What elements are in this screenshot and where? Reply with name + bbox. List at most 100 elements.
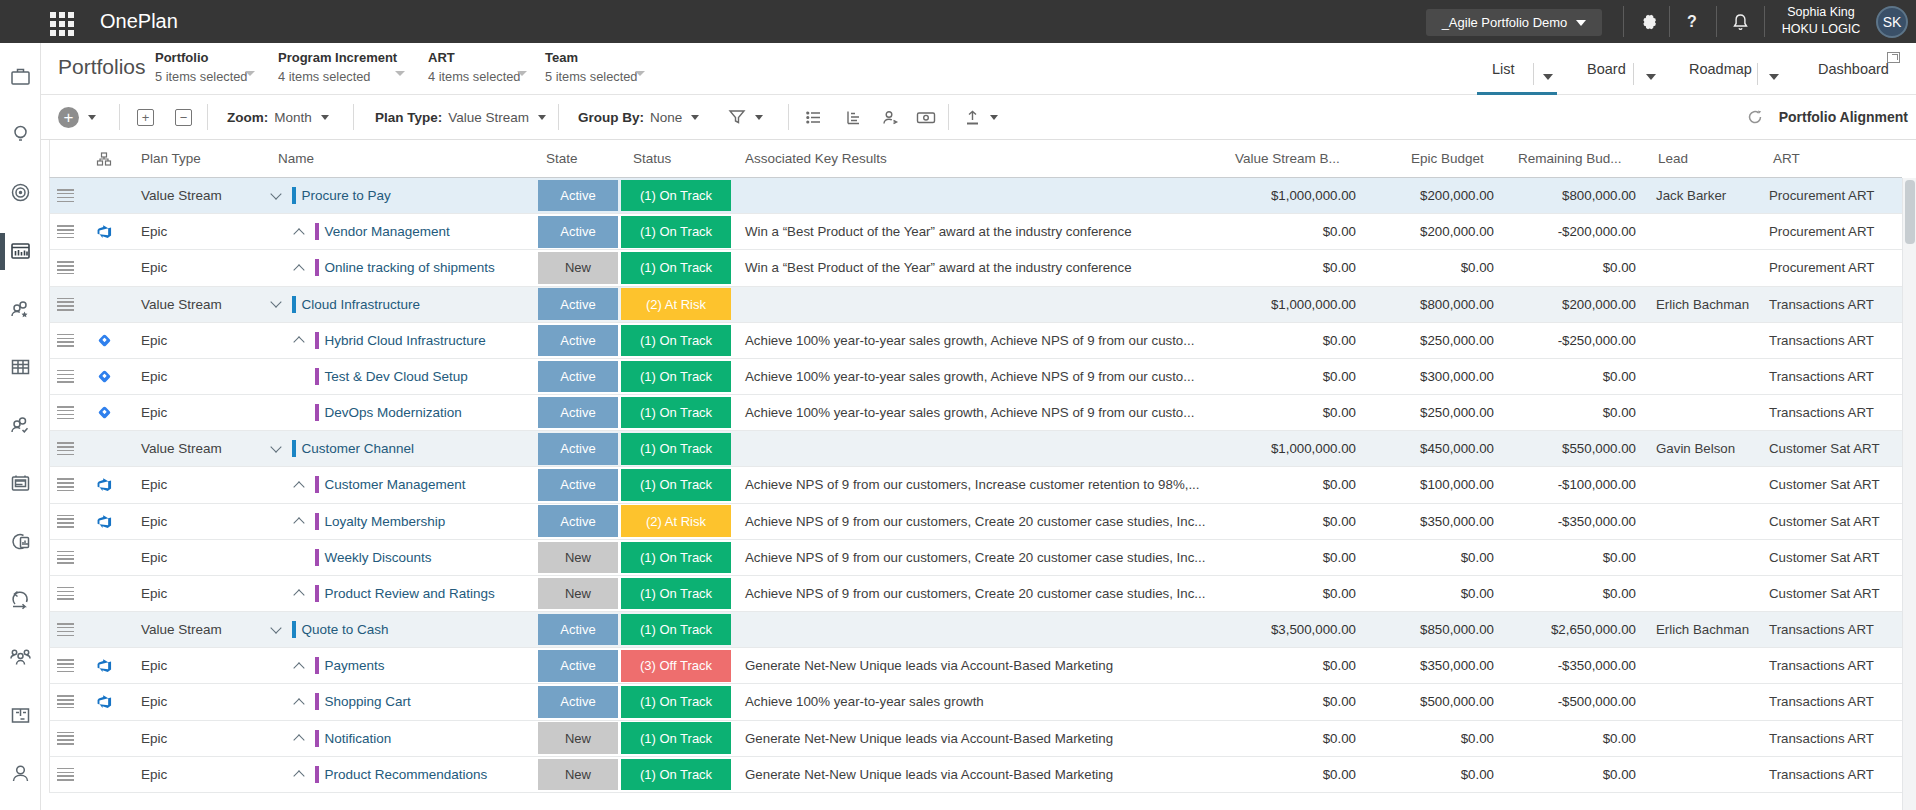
settings-button[interactable] [1632, 0, 1664, 43]
item-name-link[interactable]: Customer Channel [302, 441, 415, 456]
item-name-link[interactable]: Shopping Cart [325, 694, 411, 709]
add-item-button[interactable]: + [58, 95, 79, 139]
filter-program-increment[interactable]: Program Increment 4 items selected [278, 50, 408, 84]
col-name[interactable]: Name [261, 151, 537, 166]
app-launcher-icon[interactable] [50, 12, 74, 36]
collapse-all-button[interactable]: − [175, 95, 192, 139]
item-name-link[interactable]: Online tracking of shipments [325, 260, 495, 275]
drag-handle-icon[interactable] [57, 261, 74, 274]
filter-portfolio[interactable]: Portfolio 5 items selected [155, 50, 255, 84]
table-row[interactable]: Epic Shopping Cart Active (1) On Track A… [49, 684, 1902, 720]
refresh-icon[interactable] [1746, 108, 1764, 126]
board-view-button[interactable] [844, 95, 863, 139]
tab-list[interactable]: List [1492, 43, 1515, 95]
item-name-link[interactable]: Customer Management [325, 477, 466, 492]
table-row[interactable]: Epic DevOps Modernization Active (1) On … [49, 395, 1902, 431]
state-badge[interactable]: New [538, 578, 618, 610]
sidebar-item-profile[interactable] [8, 761, 33, 786]
sidebar-item-reports[interactable] [8, 529, 33, 554]
col-remaining[interactable]: Remaining Bud... [1507, 151, 1649, 166]
item-name-link[interactable]: Vendor Management [325, 224, 450, 239]
state-badge[interactable]: Active [538, 614, 618, 646]
status-badge[interactable]: (2) At Risk [621, 505, 731, 537]
sidebar-item-resources[interactable] [8, 297, 33, 322]
status-badge[interactable]: (1) On Track [621, 325, 731, 357]
item-name-link[interactable]: Cloud Infrastructure [302, 297, 421, 312]
table-row[interactable]: Epic Loyalty Membership Active (2) At Ri… [49, 504, 1902, 540]
item-name-link[interactable]: Payments [325, 658, 385, 673]
sidebar-item-sprints[interactable] [8, 587, 33, 612]
status-badge[interactable]: (2) At Risk [621, 288, 731, 320]
list-view-button[interactable] [804, 95, 823, 139]
status-badge[interactable]: (1) On Track [621, 614, 731, 646]
workspace-selector-button[interactable]: _Agile Portfolio Demo [1426, 9, 1602, 36]
drag-handle-icon[interactable] [57, 370, 74, 383]
tree-chevron-icon[interactable] [294, 696, 306, 708]
table-row[interactable]: Epic Payments Active (3) Off Track Gener… [49, 648, 1902, 684]
state-badge[interactable]: New [538, 542, 618, 574]
vertical-scrollbar[interactable] [1902, 178, 1916, 810]
expand-icon[interactable] [1887, 52, 1900, 63]
tab-board[interactable]: Board [1587, 43, 1626, 95]
sidebar-item-grid[interactable] [8, 355, 33, 380]
avatar[interactable]: SK [1876, 6, 1908, 38]
drag-handle-icon[interactable] [57, 334, 74, 347]
item-name-link[interactable]: Test & Dev Cloud Setup [325, 369, 468, 384]
tree-chevron-icon[interactable] [294, 479, 306, 491]
status-badge[interactable]: (3) Off Track [621, 650, 731, 682]
drag-handle-icon[interactable] [57, 442, 74, 455]
drag-handle-icon[interactable] [57, 189, 74, 202]
budget-button[interactable] [915, 95, 937, 139]
table-row[interactable]: Value Stream Customer Channel Active (1)… [49, 431, 1902, 467]
tab-roadmap[interactable]: Roadmap [1689, 43, 1752, 95]
drag-handle-icon[interactable] [57, 732, 74, 745]
tree-chevron-icon[interactable] [294, 768, 306, 780]
table-row[interactable]: Epic Hybrid Cloud Infrastructure Active … [49, 323, 1902, 359]
col-status[interactable]: Status [620, 151, 732, 166]
drag-handle-icon[interactable] [57, 768, 74, 781]
tree-chevron-icon[interactable] [294, 515, 306, 527]
drag-handle-icon[interactable] [57, 478, 74, 491]
tree-chevron-icon[interactable] [294, 660, 306, 672]
tab-dashboard[interactable]: Dashboard [1818, 43, 1889, 95]
item-name-link[interactable]: DevOps Modernization [325, 405, 462, 420]
add-item-dropdown[interactable] [88, 95, 96, 139]
table-row[interactable]: Epic Product Recommendations New (1) On … [49, 757, 1902, 793]
state-badge[interactable]: Active [538, 325, 618, 357]
filter-art[interactable]: ART 4 items selected [428, 50, 528, 84]
table-row[interactable]: Epic Notification New (1) On Track Gener… [49, 721, 1902, 757]
item-name-link[interactable]: Procure to Pay [302, 188, 391, 203]
status-badge[interactable]: (1) On Track [621, 542, 731, 574]
sidebar-item-portfolios[interactable] [8, 64, 33, 89]
item-name-link[interactable]: Notification [325, 731, 392, 746]
tree-chevron-icon[interactable] [271, 298, 283, 310]
chevron-down-icon[interactable] [1543, 74, 1553, 80]
drag-handle-icon[interactable] [57, 515, 74, 528]
sidebar-item-team[interactable] [8, 413, 33, 438]
col-plan-type[interactable]: Plan Type [119, 151, 261, 166]
status-badge[interactable]: (1) On Track [621, 397, 731, 429]
chevron-down-icon[interactable] [1646, 74, 1656, 80]
chevron-down-icon[interactable] [1769, 74, 1779, 80]
state-badge[interactable]: Active [538, 686, 618, 718]
help-button[interactable]: ? [1677, 0, 1707, 43]
tree-chevron-icon[interactable] [271, 443, 283, 455]
table-row[interactable]: Epic Customer Management Active (1) On T… [49, 467, 1902, 503]
status-badge[interactable]: (1) On Track [621, 433, 731, 465]
expand-all-button[interactable]: + [137, 95, 154, 139]
table-row[interactable]: Epic Weekly Discounts New (1) On Track A… [49, 540, 1902, 576]
status-badge[interactable]: (1) On Track [621, 469, 731, 501]
tree-chevron-icon[interactable] [294, 407, 306, 419]
portfolio-alignment-button[interactable]: Portfolio Alignment [1779, 109, 1908, 125]
item-name-link[interactable]: Product Recommendations [325, 767, 488, 782]
table-row[interactable]: Value Stream Procure to Pay Active (1) O… [49, 178, 1902, 214]
status-badge[interactable]: (1) On Track [621, 361, 731, 393]
drag-handle-icon[interactable] [57, 623, 74, 636]
drag-handle-icon[interactable] [57, 659, 74, 672]
status-badge[interactable]: (1) On Track [621, 180, 731, 212]
share-button[interactable] [880, 95, 900, 139]
tree-chevron-icon[interactable] [294, 551, 306, 563]
state-badge[interactable]: Active [538, 361, 618, 393]
status-badge[interactable]: (1) On Track [621, 252, 731, 284]
status-badge[interactable]: (1) On Track [621, 759, 731, 791]
